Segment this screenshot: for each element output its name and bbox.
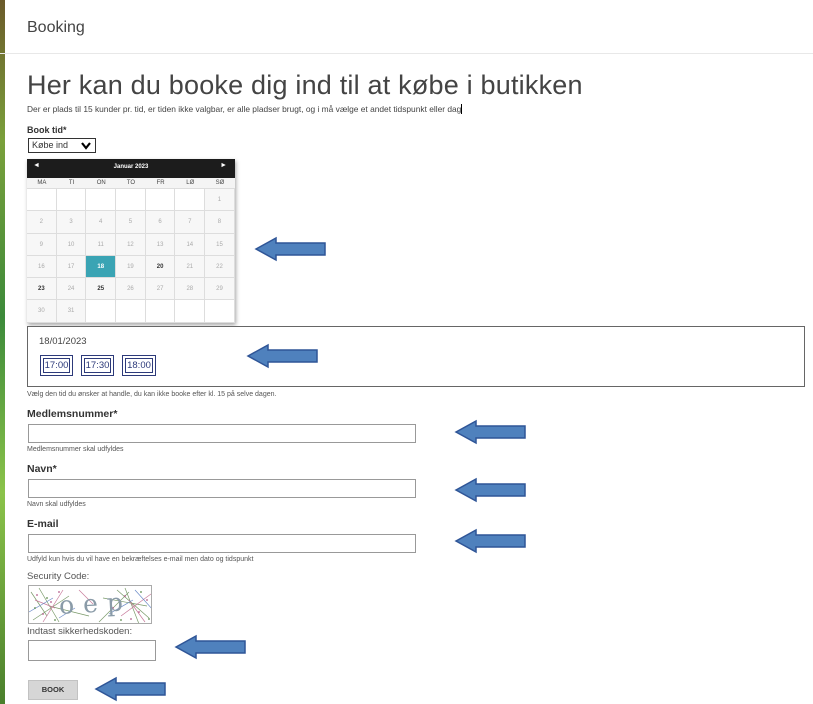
calendar-day: 27 xyxy=(145,278,176,301)
time-hint: Vælg den tid du ønsker at handle, du kan… xyxy=(27,391,277,398)
calendar-day: 29 xyxy=(205,278,235,301)
date-picker-month: Januar 2023 xyxy=(113,164,149,170)
calendar-day: 17 xyxy=(56,255,87,279)
calendar-day: 13 xyxy=(145,233,176,256)
calendar-day: 31 xyxy=(56,300,87,323)
calendar-day: 26 xyxy=(116,278,146,301)
calendar-empty-cell xyxy=(86,189,117,212)
intro-text-content: Der er plads til 15 kunder pr. tid, er t… xyxy=(27,104,462,114)
captcha-text: oep xyxy=(58,587,133,620)
time-slot-button[interactable]: 18:00 xyxy=(122,355,156,376)
time-slot-button[interactable]: 17:30 xyxy=(81,355,114,376)
calendar-day: 24 xyxy=(56,278,87,301)
captcha-image: oep xyxy=(28,585,152,624)
selected-date: 18/01/2023 xyxy=(39,336,87,347)
calendar-empty-cell xyxy=(145,300,176,323)
book-time-select[interactable]: Købe ind xyxy=(28,138,96,153)
calendar-day: 11 xyxy=(86,233,117,256)
calendar-grid: 1 2 3 4 5 6 7 8 9 10 11 12 13 14 15 16 17 18 19 20 21 22 23 24 2… xyxy=(27,189,235,323)
calendar-day: 19 xyxy=(116,255,146,279)
calendar-day: 10 xyxy=(56,233,87,256)
member-number-input[interactable] xyxy=(28,424,416,443)
book-time-label: Book tid* xyxy=(27,125,67,135)
header-title: Booking xyxy=(27,19,85,36)
security-code-label: Security Code: xyxy=(27,571,90,582)
calendar-day: 21 xyxy=(175,255,206,279)
weekday-label: LØ xyxy=(186,180,195,186)
weekday-row: MA TI ON TO FR LØ SØ xyxy=(27,178,235,189)
text-caret xyxy=(461,104,463,114)
name-hint: Navn skal udfyldes xyxy=(27,501,86,508)
arrow-left-icon xyxy=(174,634,246,660)
member-number-label: Medlemsnummer* xyxy=(27,408,118,420)
arrow-left-icon xyxy=(454,528,526,554)
calendar-day: 30 xyxy=(27,300,57,323)
calendar-empty-cell xyxy=(175,189,206,212)
calendar-day: 22 xyxy=(205,255,235,279)
email-hint: Udfyld kun hvis du vil have en bekræftel… xyxy=(27,556,254,563)
calendar-empty-cell xyxy=(27,189,57,212)
calendar-day: 4 xyxy=(86,211,117,234)
weekday-label: ON xyxy=(96,180,106,186)
name-label: Navn* xyxy=(27,463,57,475)
arrow-left-icon xyxy=(454,419,526,445)
calendar-day[interactable]: 20 xyxy=(145,255,176,279)
calendar-day: 7 xyxy=(175,211,206,234)
calendar-day: 6 xyxy=(145,211,176,234)
weekday-label: MA xyxy=(37,180,47,186)
calendar-day: 12 xyxy=(116,233,146,256)
calendar-empty-cell xyxy=(205,300,235,323)
calendar-day: 15 xyxy=(205,233,235,256)
arrow-left-icon xyxy=(94,676,166,702)
calendar-day[interactable]: 25 xyxy=(86,278,117,301)
arrow-left-icon xyxy=(254,236,326,262)
calendar-empty-cell xyxy=(145,189,176,212)
arrow-left-icon xyxy=(454,477,526,503)
member-number-hint: Medlemsnummer skal udfyldes xyxy=(27,446,124,453)
header: Booking xyxy=(0,0,813,54)
calendar-empty-cell xyxy=(56,189,87,212)
date-picker[interactable]: ◄ Januar 2023 ► MA TI ON TO FR LØ SØ 123456789… xyxy=(27,159,235,323)
date-picker-header: ◄ Januar 2023 ► xyxy=(27,159,235,178)
next-month-button[interactable]: ► xyxy=(220,162,227,169)
book-time-select-value: Købe ind xyxy=(32,140,69,150)
weekday-label: TI xyxy=(68,180,75,186)
calendar-day: 14 xyxy=(175,233,206,256)
calendar-day: 2 xyxy=(27,211,57,234)
calendar-day: 1 xyxy=(205,189,235,212)
captcha-input[interactable] xyxy=(28,640,156,661)
page-title: Her kan du booke dig ind til at købe i b… xyxy=(27,70,583,100)
calendar-empty-cell xyxy=(86,300,117,323)
email-label: E-mail xyxy=(27,518,59,530)
calendar-day: 9 xyxy=(27,233,57,256)
calendar-day: 8 xyxy=(205,211,235,234)
time-slot-button[interactable]: 17:00 xyxy=(40,355,73,376)
book-button[interactable]: BOOK xyxy=(28,680,78,700)
email-input[interactable] xyxy=(28,534,416,553)
chevron-down-icon xyxy=(81,142,91,150)
weekday-label: SØ xyxy=(215,180,225,186)
time-slot-panel: 18/01/2023 17:00 17:30 18:00 xyxy=(27,326,805,387)
calendar-empty-cell xyxy=(116,300,146,323)
weekday-label: TO xyxy=(126,180,136,186)
name-input[interactable] xyxy=(28,479,416,498)
calendar-day[interactable]: 23 xyxy=(27,278,57,301)
calendar-day: 3 xyxy=(56,211,87,234)
calendar-day: 16 xyxy=(27,255,57,279)
left-edge-strip xyxy=(0,0,5,704)
calendar-day: 5 xyxy=(116,211,146,234)
arrow-left-icon xyxy=(246,343,318,369)
captcha-input-label: Indtast sikkerhedskoden: xyxy=(27,626,133,637)
intro-text: Der er plads til 15 kunder pr. tid, er t… xyxy=(27,104,463,114)
calendar-empty-cell xyxy=(175,300,206,323)
calendar-day: 28 xyxy=(175,278,206,301)
calendar-empty-cell xyxy=(116,189,146,212)
calendar-day-selected[interactable]: 18 xyxy=(86,255,117,279)
weekday-label: FR xyxy=(156,180,165,186)
